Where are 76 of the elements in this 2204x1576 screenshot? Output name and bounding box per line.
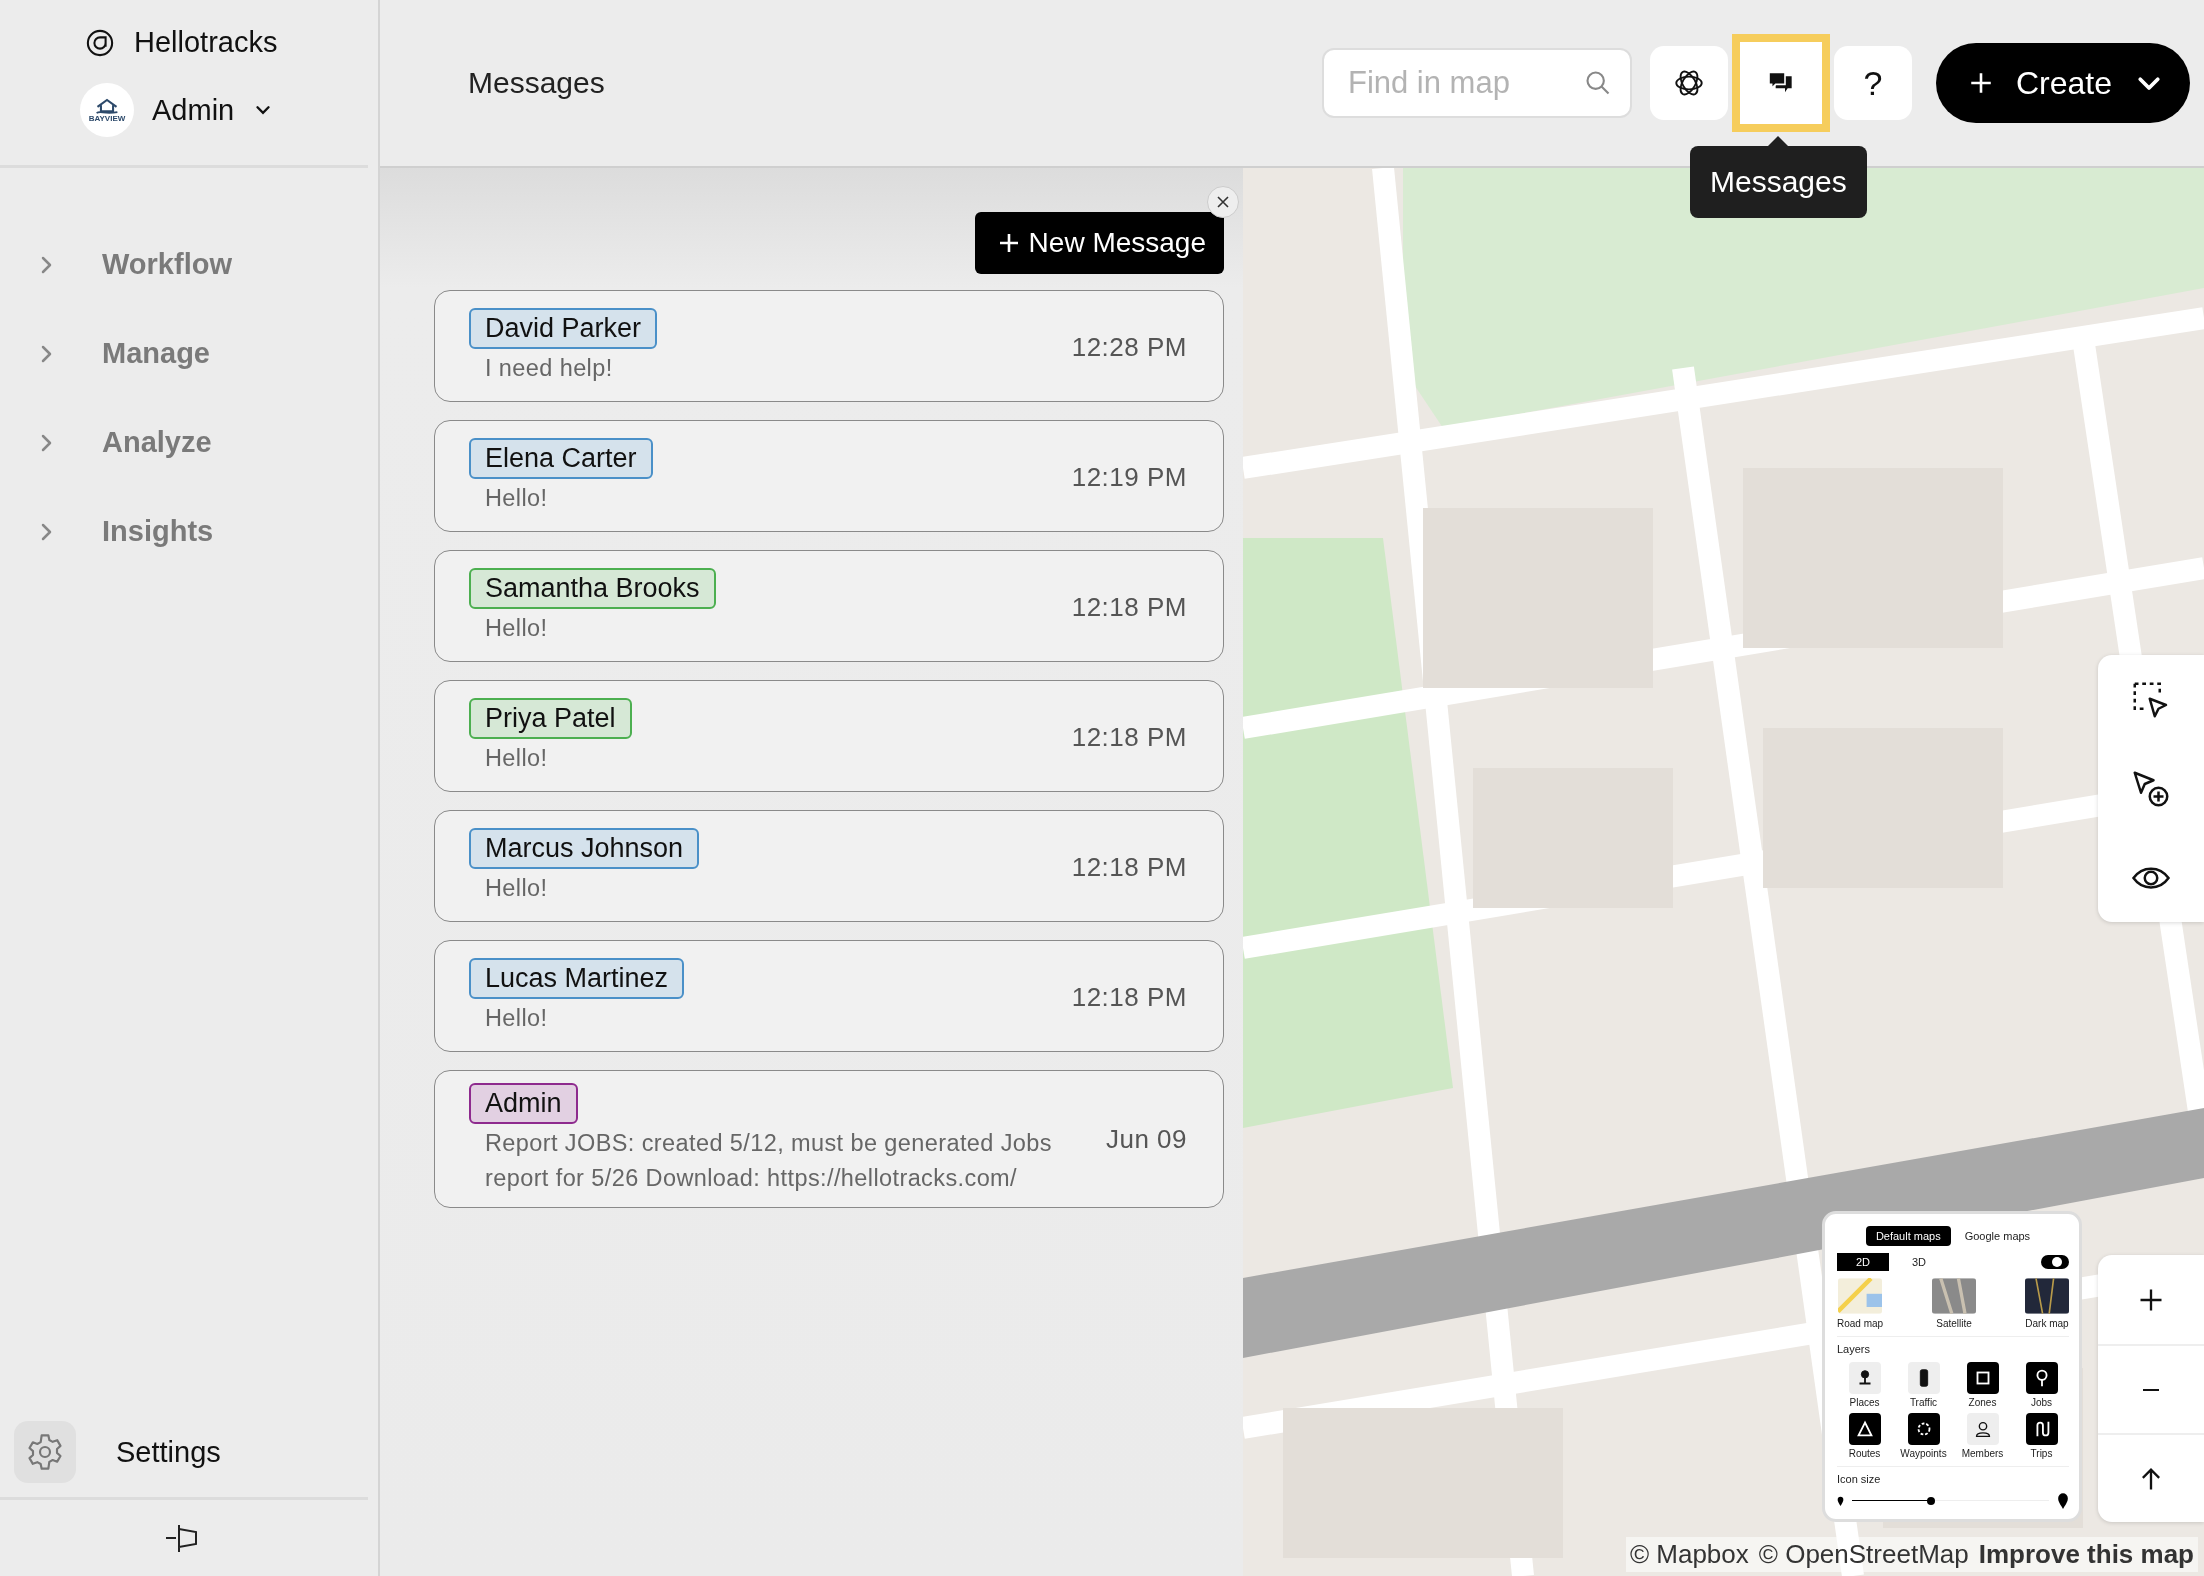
message-preview: Hello! [484,1003,548,1033]
nav-item[interactable]: Insights [34,515,214,548]
map-style-option[interactable]: Dark map [2025,1278,2069,1329]
map-style-thumbnail [2025,1278,2069,1314]
layer-toggle[interactable]: Traffic [1896,1362,1951,1408]
nav-item[interactable]: Analyze [34,426,212,459]
map-attribution[interactable]: © Mapbox [1629,1539,1749,1570]
close-icon [1215,194,1231,210]
section-title: Icon size [1837,1466,2069,1485]
large-pin-icon [2057,1492,2069,1509]
message-card[interactable]: Admin Report JOBS: created 5/12, must be generated Jobs report for 5/26 Download: https://hellotracks.com/ Jun 09 [434,1070,1224,1208]
map-style-option[interactable]: Road map [1837,1278,1884,1329]
layer-toggle[interactable]: Waypoints [1896,1413,1951,1459]
message-time: 12:18 PM [1071,981,1187,1013]
name-tag: Samantha Brooks [469,567,716,609]
message-card[interactable]: Priya Patel Hello! 12:18 PM [434,680,1224,792]
name-tag: Priya Patel [469,697,632,739]
message-time: 12:18 PM [1071,721,1187,753]
layer-toggle[interactable]: Jobs [2014,1362,2069,1408]
message-card[interactable]: Samantha Brooks Hello! 12:18 PM [434,550,1224,662]
map-source-tab[interactable]: Google maps [1954,1226,2041,1246]
layer-toggle[interactable]: Members [1955,1413,2010,1459]
name-tag: Admin [469,1083,578,1124]
nav-item[interactable]: Workflow [34,248,232,281]
name-tag: Lucas Martinez [469,957,685,999]
section-title: Layers [1837,1336,2069,1355]
message-card[interactable]: David Parker I need help! 12:28 PM [434,290,1224,402]
minus-icon [2141,1388,2161,1391]
help-button[interactable]: ? [1833,46,1912,120]
view-mode-tab[interactable]: 2D [1837,1253,1889,1271]
map-style-option[interactable]: Satellite [1932,1278,1977,1329]
name-tag: Marcus Johnson [469,827,700,869]
close-button[interactable] [1207,186,1239,218]
message-preview: Hello! [484,613,548,643]
message-preview: Report JOBS: created 5/12, must be generated Jobs report for 5/26 Download: https://hellotracks.com/ [484,1129,1053,1194]
create-button[interactable]: Create [1935,43,2190,123]
message-time: 12:18 PM [1071,851,1187,883]
layer-toggle[interactable]: Places [1837,1362,1892,1408]
message-card[interactable]: Elena Carter Hello! 12:19 PM [434,420,1224,532]
small-pin-icon [1837,1495,1844,1506]
message-time: 12:19 PM [1071,461,1187,493]
new-message-button[interactable]: New Message [974,212,1224,274]
message-preview: Hello! [484,873,548,903]
name-tag: Elena Carter [469,437,653,479]
message-time: 12:28 PM [1071,331,1187,363]
message-time: Jun 09 [1105,1124,1187,1156]
map-attribution[interactable]: © OpenStreetMap [1758,1539,1969,1570]
cursor-plus-icon [2131,768,2171,809]
layer-toggle[interactable]: Zones [1955,1362,2010,1408]
map-feedback-link[interactable]: Improve this map [1978,1539,2194,1570]
assistant-button[interactable] [1649,46,1728,120]
brand-name: Hellotracks [134,26,278,59]
layer-toggle[interactable]: Routes [1837,1413,1892,1459]
message-preview: Hello! [484,743,548,773]
icon-size-slider[interactable] [1852,1495,2049,1506]
brand-logo-icon [86,28,114,57]
view-mode-tab[interactable]: 3D [1893,1253,1945,1271]
account-switcher[interactable]: BAYVIEW Admin [80,83,275,137]
nav-item[interactable]: Manage [34,337,210,370]
map-style-thumbnail [1932,1278,1977,1314]
page-title: Messages [468,66,606,100]
name-tag: David Parker [469,307,658,349]
company-logo: BAYVIEW [80,83,134,137]
settings-button[interactable]: Settings [0,1421,221,1483]
toggle-switch[interactable] [2041,1255,2069,1269]
search-field[interactable]: Find in map [1321,48,1632,118]
map-style-thumbnail [1838,1278,1883,1314]
message-card[interactable]: Lucas Martinez Hello! 12:18 PM [434,940,1224,1052]
tooltip: Messages [1690,146,1867,218]
layer-toggle[interactable]: Trips [2014,1413,2069,1459]
message-card[interactable]: Marcus Johnson Hello! 12:18 PM [434,810,1224,922]
map-source-tab[interactable]: Default maps [1865,1226,1951,1246]
search-icon [1583,69,1612,97]
message-time: 12:18 PM [1071,591,1187,623]
message-preview: Hello! [484,483,548,513]
message-preview: I need help! [484,353,613,383]
